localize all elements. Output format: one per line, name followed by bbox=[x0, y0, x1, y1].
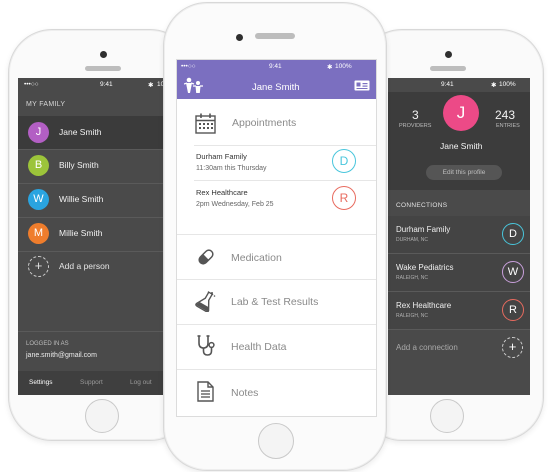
menu-item-medication[interactable]: Medication bbox=[177, 235, 376, 279]
profile-avatar[interactable]: J bbox=[443, 95, 479, 131]
divider bbox=[18, 331, 165, 332]
tab-settings[interactable]: Settings bbox=[29, 379, 53, 386]
member-row-jane[interactable]: J Jane Smith bbox=[18, 116, 165, 149]
speaker bbox=[255, 33, 295, 39]
connection-name: Wake Pediatrics bbox=[396, 263, 454, 272]
menu-item-health-data[interactable]: Health Data bbox=[177, 325, 376, 369]
member-avatar: J bbox=[28, 122, 49, 143]
connection-name: Durham Family bbox=[396, 225, 451, 234]
menu-label: Notes bbox=[231, 387, 259, 399]
logged-in-label: LOGGED IN AS bbox=[26, 341, 69, 347]
app-header: •••○○ 9:41 ✱ 100% Jane Smith bbox=[177, 60, 376, 99]
home-button[interactable] bbox=[85, 399, 119, 433]
menu-label: Lab & Test Results bbox=[231, 296, 319, 308]
member-name: Millie Smith bbox=[59, 228, 103, 238]
calendar-icon bbox=[195, 113, 216, 134]
clock: 9:41 bbox=[441, 81, 454, 88]
document-icon bbox=[197, 381, 214, 402]
family-icon[interactable] bbox=[184, 77, 204, 94]
connection-row-durham[interactable]: Durham Family DURHAM, NC D bbox=[388, 216, 530, 253]
status-bar: 9:41 ✱ 100% bbox=[388, 78, 530, 92]
member-name: Willie Smith bbox=[59, 194, 104, 204]
battery-level: 100% bbox=[335, 63, 352, 70]
tab-support[interactable]: Support bbox=[80, 379, 103, 386]
center-phone-screen: •••○○ 9:41 ✱ 100% Jane Smith Appointment… bbox=[176, 59, 377, 417]
edit-profile-button[interactable]: Edit this profile bbox=[426, 165, 502, 180]
connection-row-wake[interactable]: Wake Pediatrics RALEIGH, NC W bbox=[388, 254, 530, 291]
header-title: Jane Smith bbox=[252, 82, 300, 93]
member-avatar: B bbox=[28, 155, 49, 176]
right-phone-screen: 9:41 ✱ 100% 3 PROVIDERS J 243 ENTRIES Ja… bbox=[388, 78, 530, 395]
connection-badge: D bbox=[502, 223, 524, 245]
connection-location: RALEIGH, NC bbox=[396, 275, 428, 281]
bluetooth-icon: ✱ bbox=[148, 82, 154, 89]
speaker bbox=[85, 66, 121, 71]
pill-icon bbox=[196, 247, 216, 267]
connection-location: DURHAM, NC bbox=[396, 237, 428, 243]
add-person-label: Add a person bbox=[59, 261, 110, 271]
battery-level: 100% bbox=[499, 81, 516, 88]
entries-label: ENTRIES bbox=[496, 123, 520, 129]
home-button[interactable] bbox=[258, 423, 294, 459]
providers-label: PROVIDERS bbox=[399, 123, 432, 129]
add-connection-label: Add a connection bbox=[396, 343, 458, 352]
bluetooth-icon: ✱ bbox=[327, 64, 333, 71]
speaker bbox=[430, 66, 466, 71]
signal-indicator: •••○○ bbox=[181, 63, 196, 70]
menu-label: Medication bbox=[231, 252, 282, 264]
camera bbox=[100, 51, 107, 58]
tab-log-out[interactable]: Log out bbox=[130, 379, 152, 386]
appointment-badge: R bbox=[332, 186, 356, 210]
member-name: Billy Smith bbox=[59, 160, 99, 170]
member-row-billy[interactable]: B Billy Smith bbox=[18, 150, 165, 183]
home-button[interactable] bbox=[430, 399, 464, 433]
appointment-time: 2pm Wednesday, Feb 25 bbox=[196, 201, 274, 208]
member-avatar: W bbox=[28, 189, 49, 210]
member-row-millie[interactable]: M Millie Smith bbox=[18, 218, 165, 251]
connection-row-rex[interactable]: Rex Healthcare RALEIGH, NC R bbox=[388, 292, 530, 329]
section-title: MY FAMILY bbox=[26, 101, 66, 108]
member-avatar: M bbox=[28, 223, 49, 244]
member-name: Jane Smith bbox=[59, 127, 102, 137]
signal-indicator: •••○○ bbox=[24, 81, 39, 88]
status-bar: •••○○ 9:41 ✱ 10 bbox=[18, 78, 165, 92]
clock: 9:41 bbox=[100, 81, 113, 88]
appointment-place: Rex Healthcare bbox=[196, 188, 248, 197]
appointment-place: Durham Family bbox=[196, 152, 247, 161]
connection-name: Rex Healthcare bbox=[396, 301, 452, 310]
menu-label: Health Data bbox=[231, 341, 287, 353]
menu-item-notes[interactable]: Notes bbox=[177, 370, 376, 416]
appointment-item-rex[interactable]: Rex Healthcare 2pm Wednesday, Feb 25 R bbox=[177, 181, 376, 217]
member-row-willie[interactable]: W Willie Smith bbox=[18, 184, 165, 217]
add-person-icon: + bbox=[28, 256, 49, 277]
menu-item-lab-results[interactable]: Lab & Test Results bbox=[177, 280, 376, 324]
entries-count: 243 bbox=[495, 108, 516, 122]
bluetooth-icon: ✱ bbox=[491, 82, 497, 89]
add-connection-icon: + bbox=[502, 337, 523, 358]
status-bar: •••○○ 9:41 ✱ 100% bbox=[177, 60, 376, 74]
bottom-tab-bar: Settings Support Log out bbox=[18, 371, 165, 395]
camera bbox=[445, 51, 452, 58]
appointments-row[interactable]: Appointments bbox=[177, 99, 376, 145]
appointment-badge: D bbox=[332, 149, 356, 173]
camera bbox=[236, 34, 243, 41]
connection-badge: R bbox=[502, 299, 524, 321]
profile-card-icon[interactable] bbox=[354, 80, 370, 91]
account-email: jane.smith@gmail.com bbox=[26, 352, 97, 359]
connections-title: CONNECTIONS bbox=[396, 202, 448, 209]
flask-icon bbox=[195, 290, 217, 312]
left-phone-screen: •••○○ 9:41 ✱ 10 MY FAMILY J Jane Smith B… bbox=[18, 78, 165, 395]
add-person-row[interactable]: + Add a person bbox=[18, 252, 165, 285]
appointment-item-durham[interactable]: Durham Family 11:30am this Thursday D bbox=[177, 146, 376, 180]
add-connection-row[interactable]: Add a connection + bbox=[388, 330, 530, 366]
appointments-label: Appointments bbox=[232, 117, 297, 129]
connection-location: RALEIGH, NC bbox=[396, 313, 428, 319]
connection-badge: W bbox=[502, 261, 524, 283]
appointment-time: 11:30am this Thursday bbox=[196, 165, 267, 172]
clock: 9:41 bbox=[269, 63, 282, 70]
stethoscope-icon bbox=[196, 335, 216, 357]
profile-name: Jane Smith bbox=[440, 141, 483, 151]
providers-count: 3 bbox=[412, 108, 419, 122]
